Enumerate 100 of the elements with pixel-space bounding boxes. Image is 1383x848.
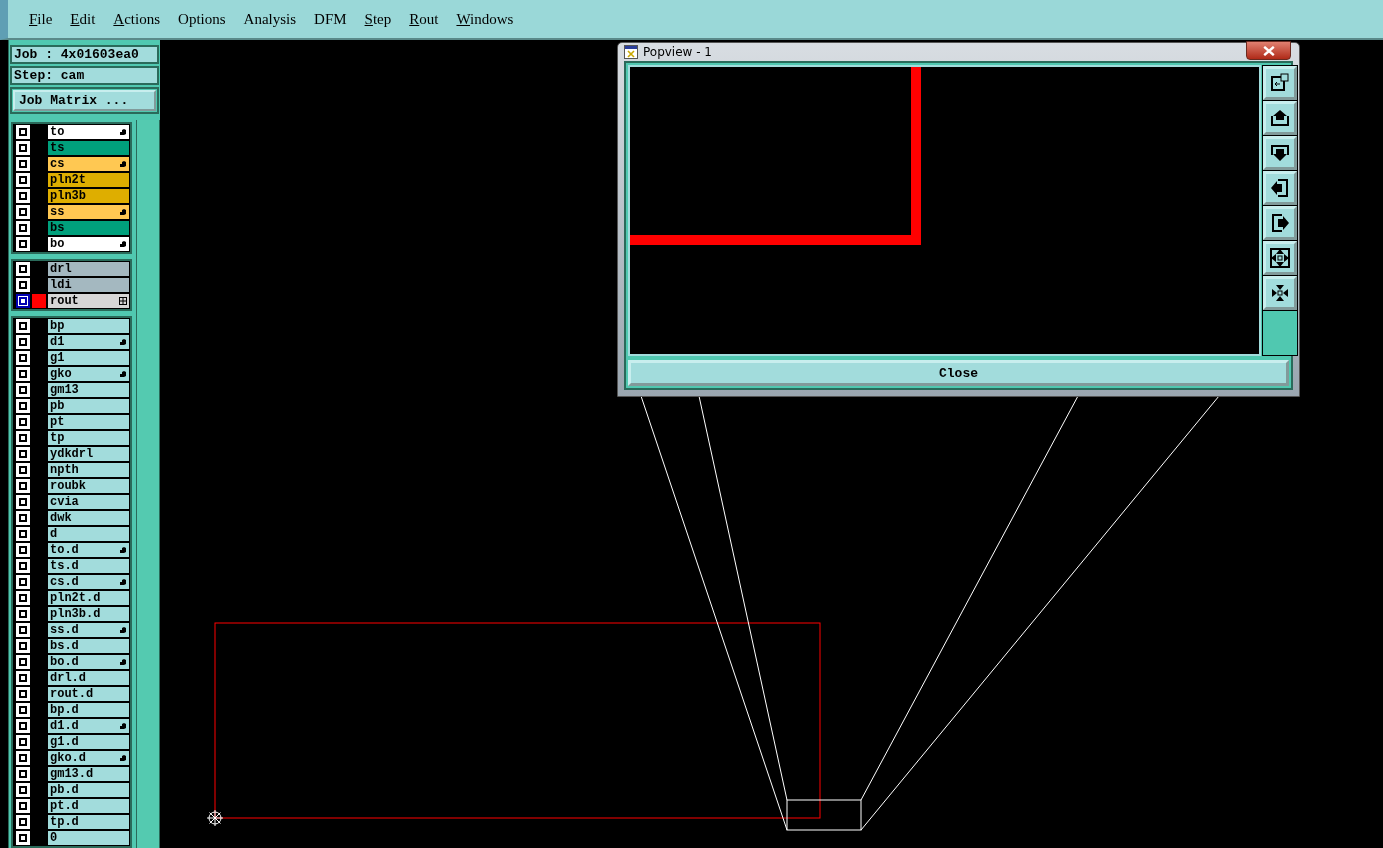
layer-name[interactable]: d1	[48, 335, 130, 349]
layer-name[interactable]: tp	[48, 431, 130, 445]
layer-name[interactable]: pb.d	[48, 783, 130, 797]
layer-name[interactable]: 0	[48, 831, 130, 845]
layer-name[interactable]: ss	[48, 205, 130, 219]
layer-row[interactable]: ss	[13, 204, 131, 220]
layer-row[interactable]: gko	[13, 366, 131, 382]
layer-name[interactable]: npth	[48, 463, 130, 477]
layer-name[interactable]: bo.d	[48, 655, 130, 669]
menu-item[interactable]: Rout	[400, 10, 448, 28]
layer-name[interactable]: bo	[48, 237, 130, 251]
layer-name[interactable]: pt.d	[48, 799, 130, 813]
layer-name[interactable]: to.d	[48, 543, 130, 557]
layer-name[interactable]: bp	[48, 319, 130, 333]
layer-row[interactable]: 0	[13, 830, 131, 846]
layer-row[interactable]: rout.d	[13, 686, 131, 702]
square-icon[interactable]	[16, 623, 30, 637]
layer-name[interactable]: bs.d	[48, 639, 130, 653]
layer-row[interactable]: ss.d	[13, 622, 131, 638]
square-icon[interactable]	[16, 639, 30, 653]
layer-name[interactable]: roubk	[48, 479, 130, 493]
layer-row[interactable]: pln3b.d	[13, 606, 131, 622]
view-tool-button[interactable]	[1263, 66, 1297, 100]
square-icon[interactable]	[16, 221, 30, 235]
square-icon[interactable]	[16, 527, 30, 541]
layer-name[interactable]: tp.d	[48, 815, 130, 829]
layer-row[interactable]: gko.d	[13, 750, 131, 766]
square-icon[interactable]	[16, 559, 30, 573]
layer-name[interactable]: dwk	[48, 511, 130, 525]
layer-row[interactable]: d1	[13, 334, 131, 350]
view-tool-button[interactable]	[1263, 171, 1297, 205]
square-icon[interactable]	[16, 719, 30, 733]
menu-item[interactable]: Step	[355, 10, 401, 28]
layer-row[interactable]: ydkdrl	[13, 446, 131, 462]
layer-row[interactable]: bo.d	[13, 654, 131, 670]
square-icon[interactable]	[16, 703, 30, 717]
layer-row[interactable]: drl	[13, 261, 131, 277]
layer-row[interactable]: g1.d	[13, 734, 131, 750]
layer-row[interactable]: bs.d	[13, 638, 131, 654]
layer-name[interactable]: ts.d	[48, 559, 130, 573]
square-icon[interactable]	[16, 479, 30, 493]
menu-item[interactable]: File	[20, 10, 62, 28]
layer-row[interactable]: cs	[13, 156, 131, 172]
layer-name[interactable]: drl.d	[48, 671, 130, 685]
square-icon[interactable]	[16, 431, 30, 445]
layer-row[interactable]: gm13	[13, 382, 131, 398]
square-icon[interactable]	[16, 799, 30, 813]
layer-row[interactable]: to.d	[13, 542, 131, 558]
layer-row[interactable]: pln3b	[13, 188, 131, 204]
layer-name[interactable]: cs	[48, 157, 130, 171]
square-icon[interactable]	[16, 319, 30, 333]
menu-item[interactable]: DFM	[305, 10, 356, 28]
layer-name[interactable]: gm13	[48, 383, 130, 397]
layer-row[interactable]: npth	[13, 462, 131, 478]
layer-row[interactable]: bp.d	[13, 702, 131, 718]
square-icon[interactable]	[16, 125, 30, 139]
view-tool-button[interactable]	[1263, 101, 1297, 135]
layer-row[interactable]: bo	[13, 236, 131, 252]
menu-item[interactable]: Analysis	[234, 10, 306, 28]
square-icon[interactable]	[16, 575, 30, 589]
square-icon[interactable]	[16, 157, 30, 171]
layer-name[interactable]: ts	[48, 141, 130, 155]
layer-row[interactable]: tp.d	[13, 814, 131, 830]
square-icon[interactable]	[16, 815, 30, 829]
layer-row[interactable]: rout	[13, 293, 131, 309]
square-icon[interactable]	[16, 383, 30, 397]
square-icon[interactable]	[16, 495, 30, 509]
layer-row[interactable]: pln2t	[13, 172, 131, 188]
layer-name[interactable]: pb	[48, 399, 130, 413]
square-icon[interactable]	[16, 671, 30, 685]
layer-name[interactable]: pln3b.d	[48, 607, 130, 621]
layer-row[interactable]: pln2t.d	[13, 590, 131, 606]
layer-name[interactable]: cvia	[48, 495, 130, 509]
layer-name[interactable]: ydkdrl	[48, 447, 130, 461]
square-icon[interactable]	[16, 205, 30, 219]
layer-row[interactable]: bs	[13, 220, 131, 236]
layer-name[interactable]: cs.d	[48, 575, 130, 589]
layer-row[interactable]: cs.d	[13, 574, 131, 590]
layer-row[interactable]: pb	[13, 398, 131, 414]
square-icon[interactable]	[16, 687, 30, 701]
layer-name[interactable]: rout	[48, 294, 130, 308]
layer-name[interactable]: to	[48, 125, 130, 139]
menu-item[interactable]: Windows	[447, 10, 523, 28]
square-icon[interactable]	[16, 173, 30, 187]
layer-name[interactable]: g1	[48, 351, 130, 365]
square-icon[interactable]	[16, 367, 30, 381]
layer-name[interactable]: bs	[48, 221, 130, 235]
layer-name[interactable]: bp.d	[48, 703, 130, 717]
square-icon[interactable]	[16, 655, 30, 669]
menu-item[interactable]: Options	[169, 10, 235, 28]
close-button[interactable]	[1246, 41, 1291, 60]
square-icon[interactable]	[16, 511, 30, 525]
square-icon[interactable]	[16, 294, 30, 308]
square-icon[interactable]	[16, 463, 30, 477]
close-button[interactable]: Close	[628, 360, 1289, 386]
layer-name[interactable]: g1.d	[48, 735, 130, 749]
layer-row[interactable]: bp	[13, 318, 131, 334]
view-tool-button[interactable]	[1263, 241, 1297, 275]
menu-item[interactable]: Actions	[104, 10, 170, 28]
job-matrix-button[interactable]: Job Matrix ...	[13, 90, 156, 111]
